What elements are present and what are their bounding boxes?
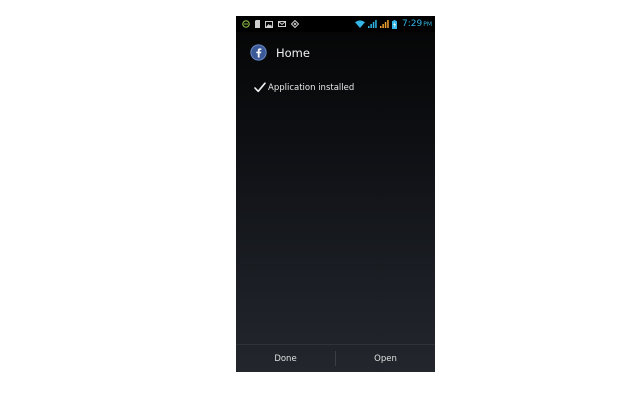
signal-icon: [367, 20, 377, 28]
title-bar: Home: [250, 44, 310, 61]
image-icon: [265, 20, 273, 28]
facebook-icon: [250, 44, 267, 61]
signal-roaming-icon: [379, 20, 389, 28]
notification-icons: [236, 20, 299, 28]
done-button[interactable]: Done: [236, 345, 335, 372]
install-status: Application installed: [254, 82, 354, 93]
clock: 7:29 PM: [402, 19, 432, 29]
battery-charging-icon: [391, 19, 397, 29]
clock-ampm: PM: [423, 21, 432, 28]
layers-icon: [291, 20, 299, 28]
clock-time: 7:29: [401, 19, 423, 29]
install-status-message: Application installed: [268, 82, 355, 93]
page-title: Home: [276, 45, 310, 60]
button-bar: Done Open: [236, 344, 435, 372]
status-bar: 7:29 PM: [236, 16, 435, 32]
system-icons: 7:29 PM: [354, 19, 435, 29]
check-icon: [254, 82, 266, 93]
android-debug-icon: [242, 20, 250, 28]
open-button[interactable]: Open: [336, 345, 435, 372]
mail-icon: [278, 21, 286, 27]
sd-card-icon: [255, 20, 260, 28]
wifi-icon: [354, 20, 365, 28]
phone-screen: 7:29 PM Home Application installed Done O…: [236, 16, 435, 372]
